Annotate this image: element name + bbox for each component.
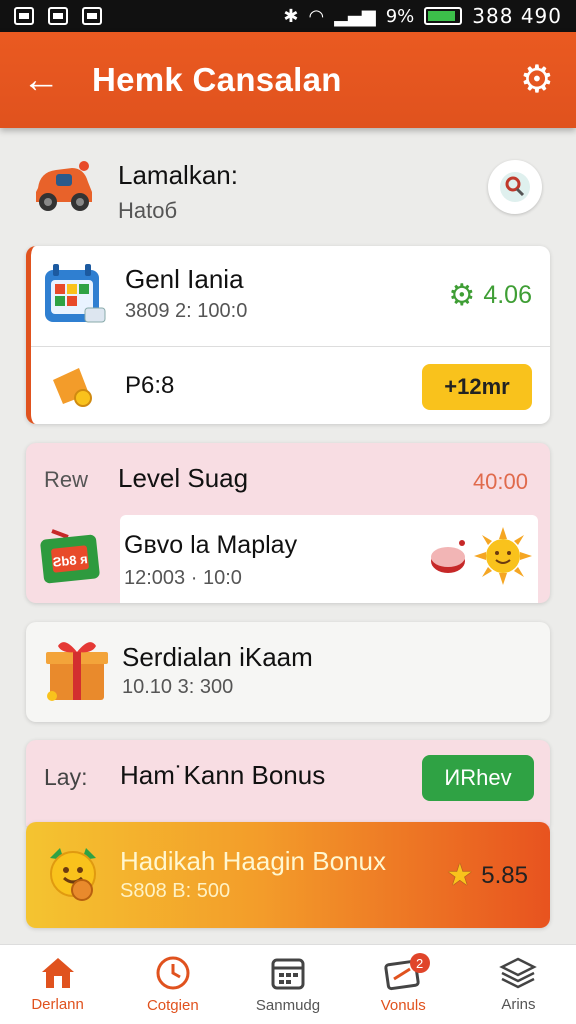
nav-label: Vonuls: [380, 997, 426, 1014]
ticket-icon: Ƨb8 ᴙ: [40, 529, 100, 584]
profile-subtitle: Hatoб: [118, 198, 178, 223]
search-icon: [500, 172, 530, 202]
search-button[interactable]: [488, 160, 542, 214]
nav-label: Cotgien: [146, 997, 199, 1014]
nav-label: Derlann: [31, 996, 84, 1013]
calendar-icon: [271, 958, 305, 990]
level-card[interactable]: Rew Level Suag 40:00 Gвvo la Maplay 12:0…: [26, 443, 550, 603]
clock: 388 490: [472, 4, 562, 28]
page-title: Hemk Cansalan: [92, 61, 342, 98]
score-display: ★ 5.85: [446, 858, 528, 893]
card-subtitle: 10.10 3: 300: [122, 676, 234, 698]
calendar-app-icon: [45, 264, 106, 323]
gift-card[interactable]: Serdialan iKaam 10.10 3: 300: [26, 622, 550, 722]
nav-item-layers[interactable]: Arins: [461, 945, 576, 1024]
layers-icon: [499, 957, 538, 989]
sun-icon: [474, 527, 532, 585]
score-value: 5.85: [481, 861, 528, 889]
nav-label: Arins: [501, 996, 536, 1013]
status-bar: ✱ ◠ ▂▄▆ 9% 388 490: [0, 0, 576, 32]
gift-box-icon: [46, 642, 108, 701]
card-tag: Rew: [44, 467, 89, 492]
card-title: Ham˙Kann Bonus: [120, 760, 326, 790]
star-icon: ★: [446, 859, 474, 892]
signal-icon: ▂▄▆: [334, 5, 376, 27]
bonus-card[interactable]: Lay: Ham˙Kann Bonus ИRhev: [26, 740, 550, 826]
profile-name: Lamalkan:: [118, 160, 238, 190]
gear-badge-icon: ⚙: [448, 279, 476, 312]
card-time: 40:00: [472, 469, 528, 494]
nav-item-tickets[interactable]: 2 Vonuls: [346, 945, 461, 1024]
app-notification-icon: [82, 7, 102, 25]
nav-item-clock[interactable]: Cotgien: [115, 945, 230, 1024]
game-card[interactable]: Genl Iania 3809 2: 100:0 ⚙ 4.06 P6:8 +12…: [26, 246, 550, 424]
score-display: ⚙ 4.06: [448, 278, 532, 313]
reward-label: P6:8: [125, 372, 175, 399]
card-tag: Lay:: [44, 764, 88, 790]
card-title: Serdialan iKaam: [122, 642, 313, 672]
profile-row: Lamalkan: Hatoб: [30, 152, 550, 232]
item-title: Gвvo la Maplay: [124, 531, 298, 559]
wifi-icon: ◠: [308, 5, 325, 27]
nav-item-home[interactable]: Derlann: [0, 945, 115, 1024]
ticket-coin-icon: [53, 368, 92, 407]
smiley-coin-icon: [50, 848, 96, 901]
claim-reward-button[interactable]: +12mr: [422, 364, 532, 410]
bottom-navigation: Derlann Cotgien Sanmudg 2 Vonuls Arins: [0, 944, 576, 1024]
app-bar: ← Hemk Cansalan ⚙: [0, 32, 576, 128]
card-title: Genl Iania: [125, 264, 244, 294]
nav-item-calendar[interactable]: Sanmudg: [230, 945, 345, 1024]
notification-badge: 2: [409, 953, 430, 973]
score-value: 4.06: [483, 281, 532, 309]
meat-icon: [431, 540, 465, 573]
divider: [31, 346, 550, 347]
card-subtitle: S808 B: 500: [120, 880, 231, 902]
bonus-action-button[interactable]: ИRhev: [422, 755, 534, 801]
battery-percent: 9%: [385, 5, 415, 27]
toy-car-icon: [36, 161, 92, 211]
battery-icon: [424, 7, 463, 25]
clock-icon: [156, 956, 190, 990]
card-title: Hadikah Haagin Bonux: [120, 846, 386, 876]
photo-notification-icon: [48, 7, 68, 25]
gear-icon[interactable]: ⚙: [520, 61, 554, 99]
level-item[interactable]: Gвvo la Maplay 12:003 · 10:0: [120, 515, 538, 603]
highlight-bonus-card[interactable]: Hadikah Haagin Bonux S808 B: 500 ★ 5.85: [26, 822, 550, 928]
arrow-left-icon[interactable]: ←: [22, 61, 72, 99]
home-icon: [41, 958, 74, 988]
bluetooth-icon: ✱: [283, 5, 299, 27]
nav-label: Sanmudg: [255, 997, 321, 1014]
card-title: Level Suag: [118, 463, 249, 493]
item-subtitle: 12:003 · 10:0: [124, 567, 242, 589]
card-subtitle: 3809 2: 100:0: [125, 300, 248, 322]
gallery-notification-icon: [14, 7, 34, 25]
